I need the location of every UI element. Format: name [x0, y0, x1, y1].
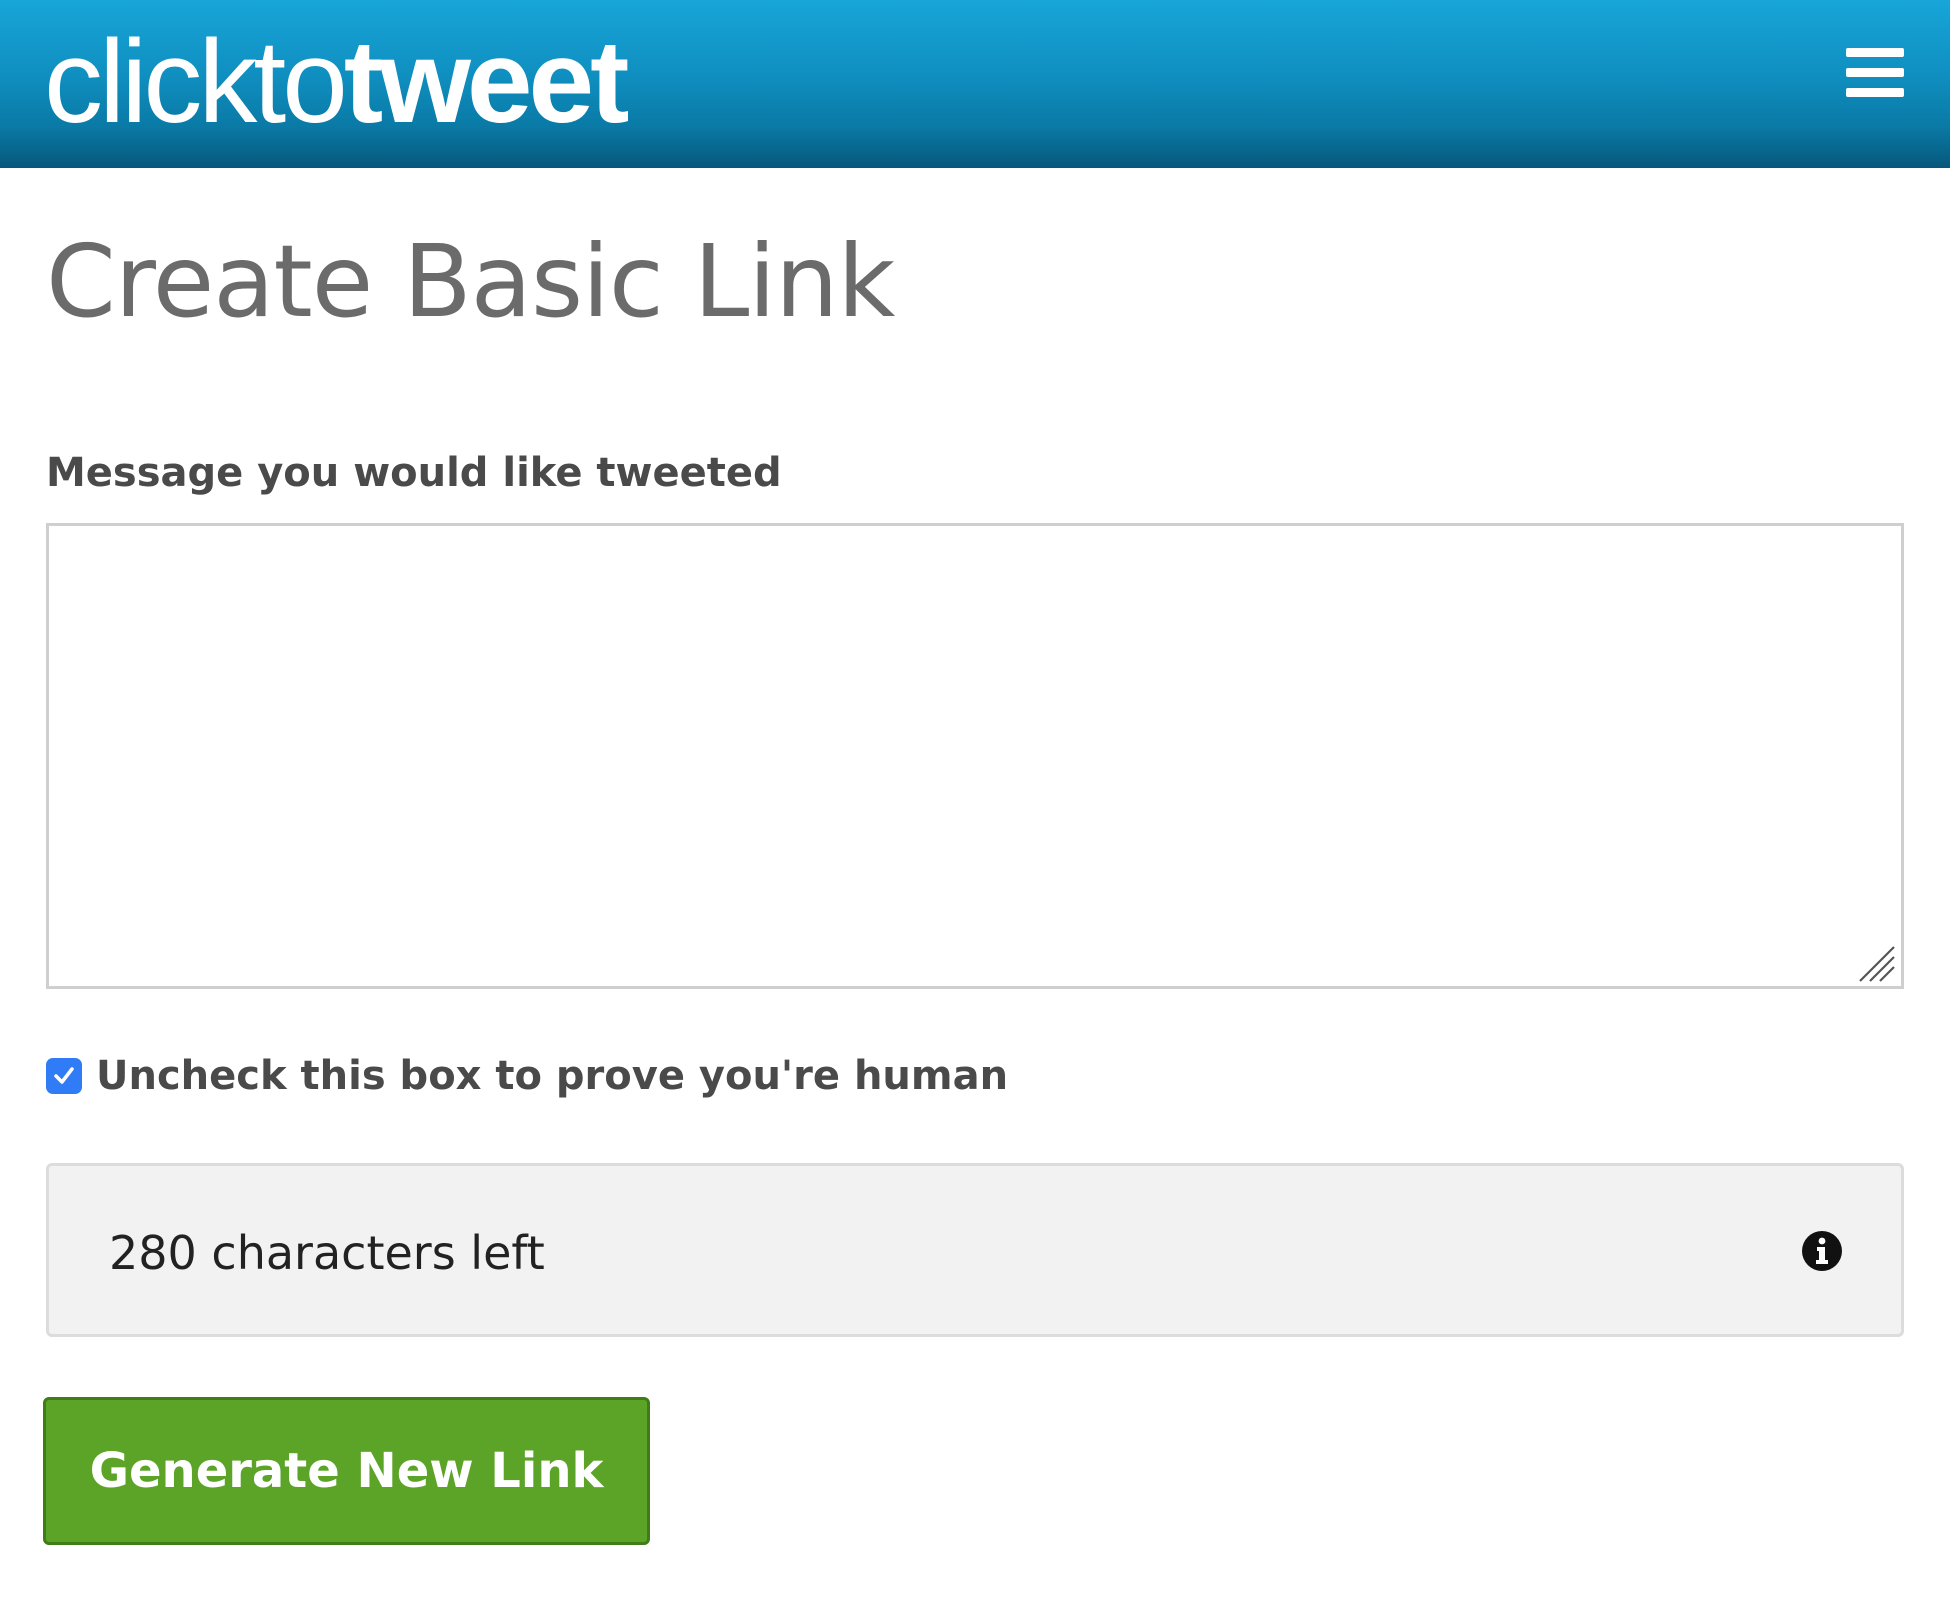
- menu-bar: [1846, 48, 1904, 57]
- characters-left-text: 280 characters left: [109, 1226, 545, 1280]
- character-counter-box: 280 characters left: [46, 1163, 1904, 1337]
- menu-bar: [1846, 88, 1904, 97]
- message-label: Message you would like tweeted: [46, 450, 782, 496]
- generate-new-link-button[interactable]: Generate New Link: [43, 1397, 650, 1545]
- human-checkbox[interactable]: [46, 1058, 82, 1094]
- info-circle-icon[interactable]: [1801, 1230, 1843, 1272]
- logo-text-bold: tweet: [343, 16, 630, 148]
- resize-handle-icon[interactable]: [1856, 943, 1896, 983]
- page-title: Create Basic Link: [46, 223, 895, 340]
- hamburger-menu-icon[interactable]: [1846, 44, 1908, 100]
- message-textarea[interactable]: [46, 523, 1904, 989]
- human-check-row: Uncheck this box to prove you're human: [46, 1048, 1008, 1104]
- checkmark-icon: [54, 1067, 74, 1084]
- human-check-label[interactable]: Uncheck this box to prove you're human: [96, 1051, 1008, 1101]
- site-header: clicktotweet: [0, 0, 1950, 168]
- menu-bar: [1846, 68, 1904, 77]
- logo-text-light: clickto: [44, 16, 348, 148]
- clicktotweet-logo[interactable]: clicktotweet: [44, 12, 630, 152]
